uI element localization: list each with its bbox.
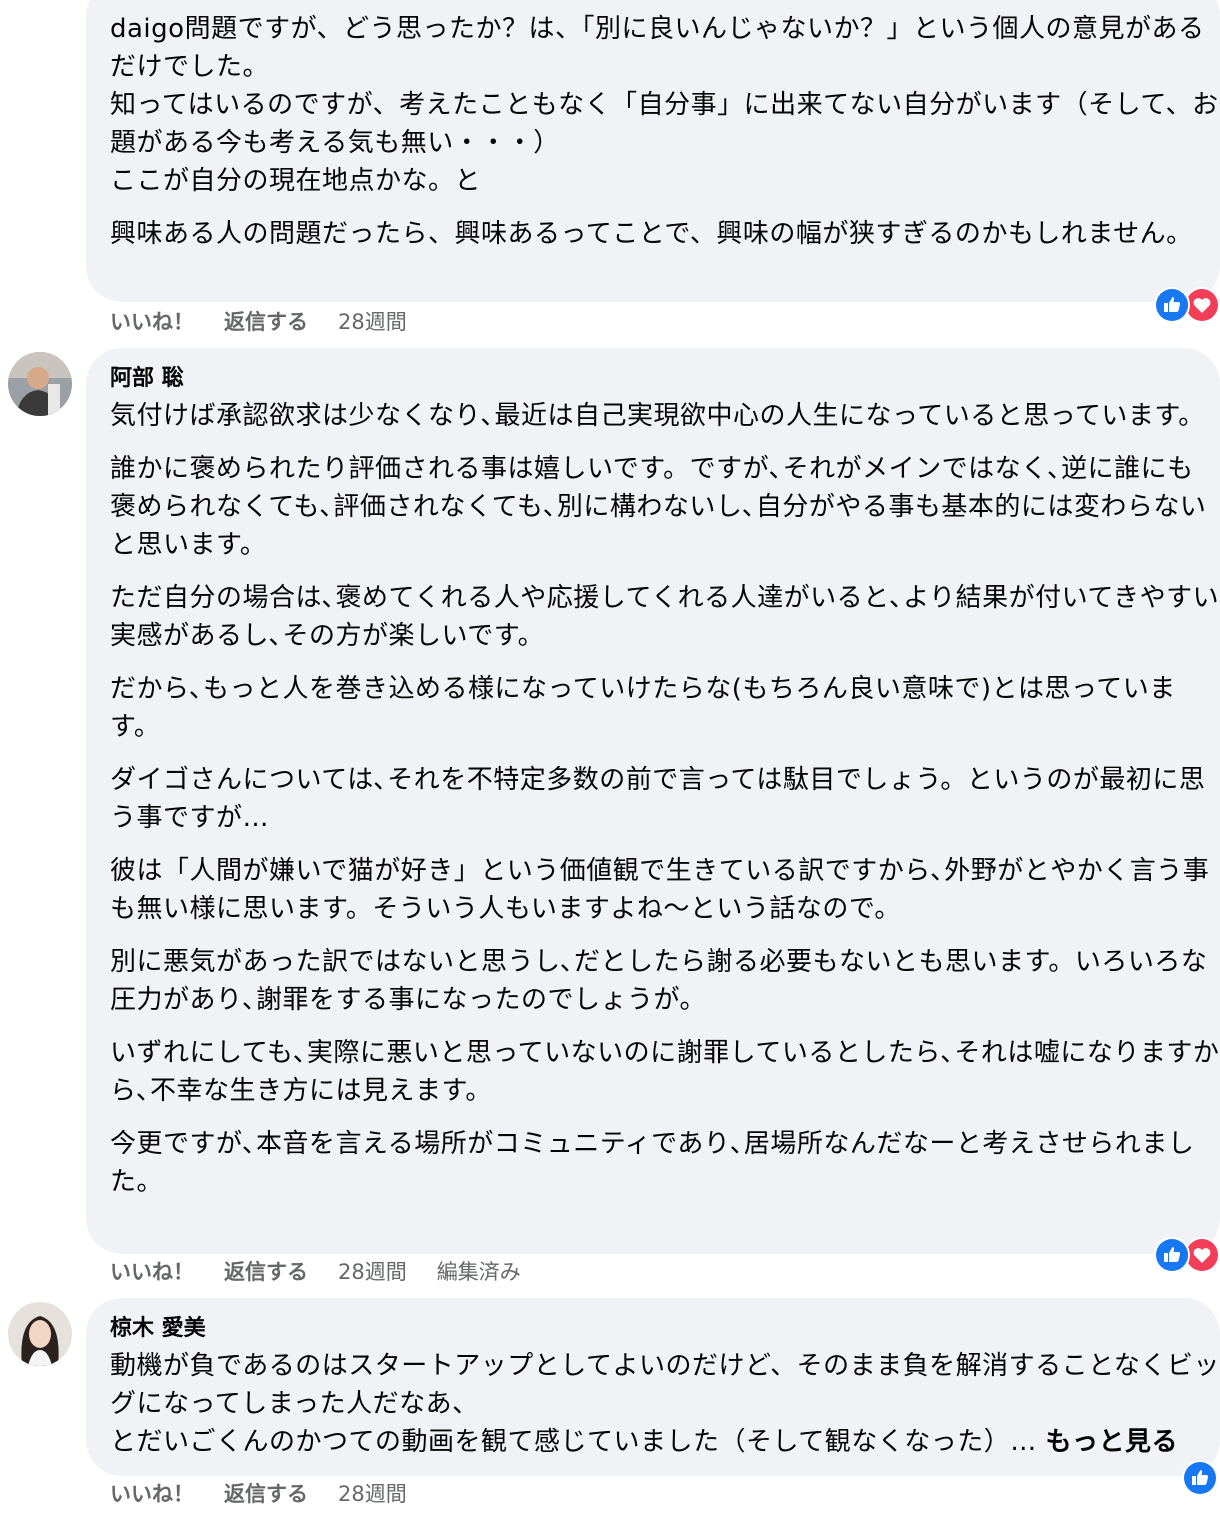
reply-link[interactable]: 返信する (224, 1258, 308, 1286)
comment-bubble: 椋木 愛美 動機が負であるのはスタートアップとしてよいのだけど、そのまま負を解消… (86, 1298, 1220, 1476)
reaction-summary[interactable] (1154, 1237, 1220, 1273)
like-link[interactable]: いいね！ (110, 308, 194, 336)
comment-paragraph: 動機が負であるのはスタートアップとしてよいのだけど、そのまま負を解消することなく… (110, 1347, 1220, 1461)
author-name[interactable]: 阿部 聡 (110, 365, 1220, 393)
reaction-summary[interactable] (1154, 287, 1220, 323)
like-link[interactable]: いいね！ (110, 1258, 194, 1286)
timestamp[interactable]: 28週間 (338, 308, 407, 336)
like-reaction-icon (1154, 287, 1190, 323)
timestamp[interactable]: 28週間 (338, 1480, 407, 1508)
reply-link[interactable]: 返信する (224, 308, 308, 336)
comment-paragraph: daigo問題ですが、どう思ったか？は、「別に良いんじゃないか？」という個人の意… (110, 14, 1219, 196)
see-more-link[interactable]: もっと見る (1046, 1427, 1179, 1457)
comment-paragraph: ただ自分の場合は､褒めてくれる人や応援してくれる人達がいると､より結果が付いてき… (110, 583, 1220, 651)
comment-bubble: 阿部 聡 気付けば承認欲求は少なくなり､最近は自己実現欲中心の人生になっていると… (86, 348, 1220, 1254)
avatar[interactable] (8, 352, 72, 416)
author-name[interactable]: 椋木 愛美 (110, 1315, 1220, 1343)
comment-actions: いいね！ 返信する 28週間 (110, 1480, 437, 1508)
comment-actions: いいね！ 返信する 28週間 (110, 308, 437, 336)
reply-link[interactable]: 返信する (224, 1480, 308, 1508)
edited-label[interactable]: 編集済み (437, 1258, 521, 1286)
like-reaction-icon (1182, 1460, 1218, 1496)
comment-paragraph: 興味ある人の問題だったら、興味あるってことで、興味の幅が狭すぎるのかもしれません… (110, 219, 1193, 249)
comment-paragraph: 別に悪気があった訳ではないと思うし､だとしたら謝る必要もないとも思います。いろい… (110, 947, 1208, 1015)
comment-paragraph: だから､もっと人を巻き込める様になっていけたらな(もちろん良い意味で)とは思って… (110, 674, 1176, 742)
comment-paragraph: いずれにしても､実際に悪いと思っていないのに謝罪しているとしたら､それは嘘になり… (110, 1038, 1220, 1106)
comment-paragraph: 今更ですが､本音を言える場所がコミュニティであり､居場所なんだなーと考えさせられ… (110, 1129, 1195, 1197)
comment-bubble: daigo問題ですが、どう思ったか？は、「別に良いんじゃないか？」という個人の意… (86, 0, 1220, 302)
comment-actions: いいね！ 返信する 28週間 編集済み (110, 1258, 551, 1286)
timestamp[interactable]: 28週間 (338, 1258, 407, 1286)
like-link[interactable]: いいね！ (110, 1480, 194, 1508)
reaction-summary[interactable] (1182, 1460, 1218, 1496)
like-reaction-icon (1154, 1237, 1190, 1273)
comment-paragraph: 気付けば承認欲求は少なくなり､最近は自己実現欲中心の人生になっていると思っていま… (110, 401, 1205, 431)
comment-paragraph: 誰かに褒められたり評価される事は嬉しいです。ですが､それがメインではなく､逆に誰… (110, 454, 1207, 560)
comment-paragraph: ダイゴさんについては､それを不特定多数の前で言っては駄目でしょう。というのが最初… (110, 765, 1206, 833)
comment-paragraph: 彼は「人間が嫌いで猫が好き」という価値観で生きている訳ですから､外野がとやかく言… (110, 856, 1210, 924)
avatar[interactable] (8, 1302, 72, 1366)
